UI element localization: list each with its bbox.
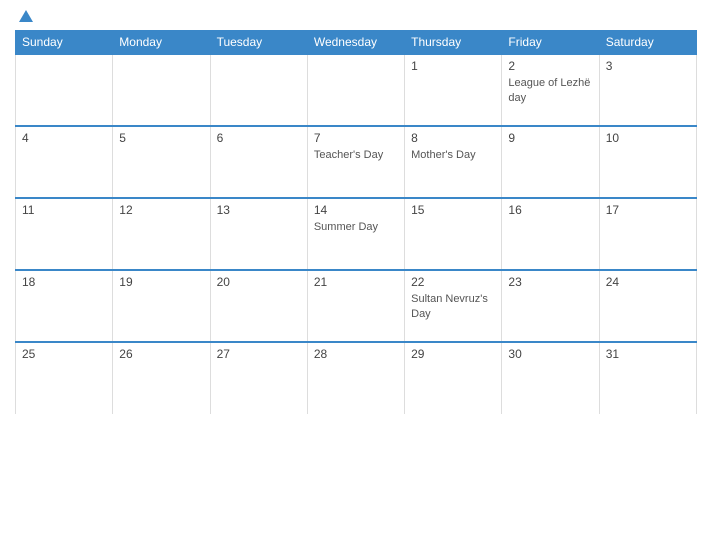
day-number: 27 bbox=[217, 347, 301, 361]
logo-triangle-icon bbox=[19, 10, 33, 22]
week-row-5: 25 26 27 28 29 30 31 bbox=[16, 342, 697, 414]
logo bbox=[15, 10, 33, 22]
weekday-header-row: SundayMondayTuesdayWednesdayThursdayFrid… bbox=[16, 31, 697, 55]
day-number: 1 bbox=[411, 59, 495, 73]
day-number: 24 bbox=[606, 275, 690, 289]
day-number: 15 bbox=[411, 203, 495, 217]
calendar-cell: 2 League of Lezhë day bbox=[502, 54, 599, 126]
calendar-cell: 10 bbox=[599, 126, 696, 198]
week-row-1: 12 League of Lezhë day 3 bbox=[16, 54, 697, 126]
week-row-4: 18 19 20 21 22 Sultan Nevruz's Day 23 24 bbox=[16, 270, 697, 342]
weekday-header-friday: Friday bbox=[502, 31, 599, 55]
calendar-cell: 6 bbox=[210, 126, 307, 198]
day-number: 8 bbox=[411, 131, 495, 145]
calendar-cell: 17 bbox=[599, 198, 696, 270]
calendar-table: SundayMondayTuesdayWednesdayThursdayFrid… bbox=[15, 30, 697, 414]
day-number: 7 bbox=[314, 131, 398, 145]
weekday-header-saturday: Saturday bbox=[599, 31, 696, 55]
week-row-3: 11 12 13 14 Summer Day 15 16 17 bbox=[16, 198, 697, 270]
day-number: 16 bbox=[508, 203, 592, 217]
calendar-cell: 22 Sultan Nevruz's Day bbox=[405, 270, 502, 342]
calendar-body: 12 League of Lezhë day 3 4567 Teacher's Day 8… bbox=[16, 54, 697, 414]
calendar-cell: 25 bbox=[16, 342, 113, 414]
calendar-cell: 14 Summer Day bbox=[307, 198, 404, 270]
calendar-cell bbox=[210, 54, 307, 126]
calendar-cell bbox=[113, 54, 210, 126]
day-number: 25 bbox=[22, 347, 106, 361]
calendar-cell: 20 bbox=[210, 270, 307, 342]
calendar-cell: 13 bbox=[210, 198, 307, 270]
day-number: 12 bbox=[119, 203, 203, 217]
day-number: 2 bbox=[508, 59, 592, 73]
holiday-label: Summer Day bbox=[314, 221, 378, 233]
weekday-header-thursday: Thursday bbox=[405, 31, 502, 55]
weekday-header-wednesday: Wednesday bbox=[307, 31, 404, 55]
calendar-cell bbox=[16, 54, 113, 126]
day-number: 13 bbox=[217, 203, 301, 217]
calendar-cell: 15 bbox=[405, 198, 502, 270]
day-number: 29 bbox=[411, 347, 495, 361]
day-number: 22 bbox=[411, 275, 495, 289]
calendar-page: SundayMondayTuesdayWednesdayThursdayFrid… bbox=[0, 0, 712, 550]
calendar-cell bbox=[307, 54, 404, 126]
calendar-cell: 28 bbox=[307, 342, 404, 414]
day-number: 17 bbox=[606, 203, 690, 217]
day-number: 30 bbox=[508, 347, 592, 361]
calendar-cell: 23 bbox=[502, 270, 599, 342]
holiday-label: Mother's Day bbox=[411, 149, 475, 161]
day-number: 9 bbox=[508, 131, 592, 145]
day-number: 10 bbox=[606, 131, 690, 145]
calendar-cell: 4 bbox=[16, 126, 113, 198]
day-number: 4 bbox=[22, 131, 106, 145]
calendar-cell: 9 bbox=[502, 126, 599, 198]
day-number: 3 bbox=[606, 59, 690, 73]
day-number: 31 bbox=[606, 347, 690, 361]
calendar-cell: 12 bbox=[113, 198, 210, 270]
calendar-cell: 26 bbox=[113, 342, 210, 414]
calendar-cell: 19 bbox=[113, 270, 210, 342]
day-number: 5 bbox=[119, 131, 203, 145]
weekday-header-monday: Monday bbox=[113, 31, 210, 55]
day-number: 14 bbox=[314, 203, 398, 217]
day-number: 6 bbox=[217, 131, 301, 145]
calendar-header: SundayMondayTuesdayWednesdayThursdayFrid… bbox=[16, 31, 697, 55]
calendar-cell: 5 bbox=[113, 126, 210, 198]
calendar-cell: 29 bbox=[405, 342, 502, 414]
day-number: 20 bbox=[217, 275, 301, 289]
calendar-cell: 31 bbox=[599, 342, 696, 414]
day-number: 23 bbox=[508, 275, 592, 289]
day-number: 28 bbox=[314, 347, 398, 361]
week-row-2: 4567 Teacher's Day 8 Mother's Day 9 10 bbox=[16, 126, 697, 198]
calendar-cell: 7 Teacher's Day bbox=[307, 126, 404, 198]
header bbox=[15, 10, 697, 22]
holiday-label: Teacher's Day bbox=[314, 149, 383, 161]
calendar-cell: 30 bbox=[502, 342, 599, 414]
calendar-cell: 1 bbox=[405, 54, 502, 126]
weekday-header-sunday: Sunday bbox=[16, 31, 113, 55]
holiday-label: Sultan Nevruz's Day bbox=[411, 293, 488, 320]
day-number: 18 bbox=[22, 275, 106, 289]
calendar-cell: 3 bbox=[599, 54, 696, 126]
calendar-cell: 16 bbox=[502, 198, 599, 270]
weekday-header-tuesday: Tuesday bbox=[210, 31, 307, 55]
day-number: 21 bbox=[314, 275, 398, 289]
calendar-cell: 18 bbox=[16, 270, 113, 342]
day-number: 26 bbox=[119, 347, 203, 361]
holiday-label: League of Lezhë day bbox=[508, 77, 590, 104]
calendar-cell: 21 bbox=[307, 270, 404, 342]
calendar-cell: 8 Mother's Day bbox=[405, 126, 502, 198]
day-number: 11 bbox=[22, 203, 106, 217]
calendar-cell: 27 bbox=[210, 342, 307, 414]
day-number: 19 bbox=[119, 275, 203, 289]
calendar-cell: 24 bbox=[599, 270, 696, 342]
calendar-cell: 11 bbox=[16, 198, 113, 270]
